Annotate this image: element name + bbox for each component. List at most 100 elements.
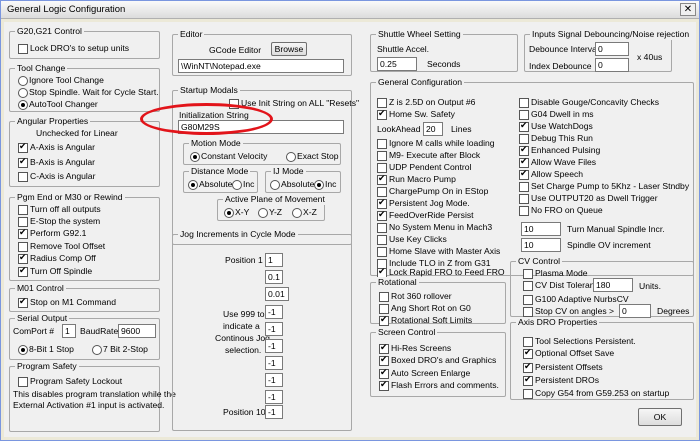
group-title: Angular Properties	[15, 116, 91, 127]
persistent-dros-checkbox[interactable]: Persistent DROs	[523, 374, 599, 386]
hi-res-screens-checkbox[interactable]: Hi-Res Screens	[379, 342, 451, 354]
jog-position-3[interactable]: 0.01	[265, 287, 289, 301]
distance-absolute-radio[interactable]: Absolute	[188, 179, 232, 190]
jog-position-2[interactable]: 0.1	[265, 270, 283, 284]
screen-control-group: Screen Control Hi-Res Screens Boxed DRO'…	[370, 327, 506, 397]
b-axis-angular-checkbox[interactable]: B-Axis is Angular	[18, 156, 95, 168]
cv-dist-input[interactable]: 180	[593, 278, 633, 292]
jog-position-5[interactable]: -1	[265, 322, 283, 336]
tool-change-group: Tool Change Ignore Tool Change Stop Spin…	[9, 63, 160, 112]
shuttle-accel-input[interactable]: 0.25	[377, 57, 417, 71]
no-system-menu-checkbox[interactable]: No System Menu in Mach3	[377, 222, 492, 233]
close-button[interactable]: ✕	[680, 3, 696, 16]
shuttle-wheel-group: Shuttle Wheel Setting Shuttle Accel. 0.2…	[370, 29, 518, 72]
position-1-label: Position 1	[225, 255, 263, 265]
stop-spindle-radio[interactable]: Stop Spindle. Wait for Cycle Start.	[18, 87, 159, 98]
7bit-2stop-radio[interactable]: 7 Bit 2-Stop	[92, 344, 148, 355]
plane-xy-radio[interactable]: X-Y	[224, 207, 249, 218]
perform-g921-checkbox[interactable]: Perform G92.1	[18, 227, 86, 239]
cv-angle-input[interactable]: 0	[619, 304, 651, 318]
auto-tool-changer-radio[interactable]: AutoTool Changer	[18, 99, 98, 110]
g04-dwell-ms-checkbox[interactable]: G04 Dwell in ms	[519, 109, 594, 120]
plasma-mode-checkbox[interactable]: Plasma Mode	[523, 268, 588, 279]
exact-stop-radio[interactable]: Exact Stop	[286, 151, 339, 162]
z-25d-checkbox[interactable]: Z is 2.5D on Output #6	[377, 97, 475, 108]
comport-input[interactable]: 1	[62, 324, 76, 338]
ignore-tool-change-radio[interactable]: Ignore Tool Change	[18, 75, 104, 86]
flash-errors-checkbox[interactable]: Flash Errors and comments.	[379, 379, 499, 391]
jog-position-10[interactable]: -1	[265, 405, 283, 419]
boxed-dros-checkbox[interactable]: Boxed DRO's and Graphics	[379, 354, 496, 366]
jog-position-1[interactable]: 1	[265, 253, 283, 267]
ignore-m-calls-checkbox[interactable]: Ignore M calls while loading	[377, 138, 495, 149]
tool-selections-persistent-checkbox[interactable]: Tool Selections Persistent.	[523, 336, 636, 347]
no-fro-queue-checkbox[interactable]: No FRO on Queue	[519, 205, 603, 216]
turn-off-spindle-checkbox[interactable]: Turn Off Spindle	[18, 265, 92, 277]
allow-speech-checkbox[interactable]: Allow Speech	[519, 168, 583, 180]
plane-yz-radio[interactable]: Y-Z	[258, 207, 282, 218]
run-macro-pump-checkbox[interactable]: Run Macro Pump	[377, 173, 456, 185]
safety-lockout-checkbox[interactable]: Program Safety Lockout	[18, 376, 122, 387]
spindle-ov-input[interactable]: 10	[521, 238, 561, 252]
editor-path-input[interactable]: \WinNT\Notepad.exe	[178, 59, 344, 73]
stop-cv-angles-checkbox[interactable]: Stop CV on angles >	[523, 306, 614, 317]
browse-button[interactable]: Browse	[271, 42, 307, 56]
plane-xz-radio[interactable]: X-Z	[292, 207, 317, 218]
jog-position-8[interactable]: -1	[265, 373, 283, 387]
allow-wave-files-checkbox[interactable]: Allow Wave Files	[519, 156, 596, 168]
ij-absolute-radio[interactable]: Absolute	[270, 179, 314, 190]
jog-position-7[interactable]: -1	[265, 356, 283, 370]
index-debounce-input[interactable]: 0	[595, 58, 629, 72]
constant-velocity-radio[interactable]: Constant Velocity	[190, 151, 267, 162]
m01-control-group: M01 Control Stop on M1 Command	[9, 283, 160, 312]
copy-g54-checkbox[interactable]: Copy G54 from G59.253 on startup	[523, 388, 669, 399]
enhanced-pulsing-checkbox[interactable]: Enhanced Pulsing	[519, 144, 600, 156]
disable-gouge-checkbox[interactable]: Disable Gouge/Concavity Checks	[519, 97, 659, 108]
rotational-soft-limits-checkbox[interactable]: Rotational Soft Limits	[379, 314, 472, 326]
estop-system-checkbox[interactable]: E-Stop the system	[18, 216, 100, 227]
debounce-interval-input[interactable]: 0	[595, 42, 629, 56]
m9-execute-checkbox[interactable]: M9- Execute after Block	[377, 150, 480, 161]
charge-pump-5khz-checkbox[interactable]: Set Charge Pump to 5Khz - Laser Stndby	[519, 181, 689, 192]
g100-nurbs-checkbox[interactable]: G100 Adaptive NurbsCV	[523, 294, 629, 305]
cv-dist-tolerance-checkbox[interactable]: CV Dist Tolerance	[523, 280, 604, 291]
lookahead-label: LookAhead	[377, 124, 421, 134]
home-sw-safety-checkbox[interactable]: Home Sw. Safety	[377, 108, 455, 120]
chargepump-estop-checkbox[interactable]: ChargePump On in EStop	[377, 186, 488, 197]
baudrate-input[interactable]: 9600	[118, 324, 156, 338]
auto-screen-enlarge-checkbox[interactable]: Auto Screen Enlarge	[379, 367, 470, 379]
rot-360-rollover-checkbox[interactable]: Rot 360 rollover	[379, 291, 452, 302]
jog-position-4[interactable]: -1	[265, 305, 283, 319]
group-title: General Configuration	[376, 77, 465, 88]
home-slave-checkbox[interactable]: Home Slave with Master Axis	[377, 246, 500, 257]
ok-button[interactable]: OK	[638, 408, 682, 426]
use-watchdogs-checkbox[interactable]: Use WatchDogs	[519, 120, 593, 132]
index-debounce-label: Index Debounce	[529, 61, 592, 71]
c-axis-angular-checkbox[interactable]: C-Axis is Angular	[18, 171, 95, 182]
use-key-clicks-checkbox[interactable]: Use Key Clicks	[377, 234, 447, 245]
jog-position-9[interactable]: -1	[265, 390, 283, 404]
turn-off-outputs-checkbox[interactable]: Turn off all outputs	[18, 204, 101, 215]
ang-short-rot-checkbox[interactable]: Ang Short Rot on G0	[379, 303, 471, 314]
output20-dwell-checkbox[interactable]: Use OUTPUT20 as Dwell Trigger	[519, 193, 658, 204]
debug-this-run-checkbox[interactable]: Debug This Run	[519, 133, 593, 144]
editor-group: Editor GCode Editor Browse \WinNT\Notepa…	[172, 29, 352, 76]
8bit-1stop-radio[interactable]: 8-Bit 1 Stop	[18, 344, 74, 355]
remove-tool-offset-checkbox[interactable]: Remove Tool Offset	[18, 241, 105, 252]
stop-on-m1-checkbox[interactable]: Stop on M1 Command	[18, 296, 116, 308]
lock-dro-checkbox[interactable]: Lock DRO's to setup units	[18, 43, 129, 54]
turn-manual-spindle-input[interactable]: 10	[521, 222, 561, 236]
distance-inc-radio[interactable]: Inc	[232, 179, 254, 190]
optional-offset-save-checkbox[interactable]: Optional Offset Save	[523, 347, 614, 359]
active-plane-group: Active Plane of Movement X-Y Y-Z X-Z	[217, 194, 327, 221]
a-axis-angular-checkbox[interactable]: A-Axis is Angular	[18, 141, 95, 153]
persistent-offsets-checkbox[interactable]: Persistent Offsets	[523, 361, 603, 373]
jog-position-6[interactable]: -1	[265, 339, 283, 353]
title-bar[interactable]: General Logic Configuration ✕	[1, 1, 699, 19]
radius-comp-off-checkbox[interactable]: Radius Comp Off	[18, 252, 96, 264]
persistent-jog-checkbox[interactable]: Persistent Jog Mode.	[377, 197, 470, 209]
ij-inc-radio[interactable]: Inc	[314, 179, 336, 190]
lookahead-input[interactable]: 20	[423, 122, 443, 136]
feedoverride-persist-checkbox[interactable]: FeedOverRide Persist	[377, 209, 474, 221]
udp-pendent-checkbox[interactable]: UDP Pendent Control	[377, 162, 471, 173]
